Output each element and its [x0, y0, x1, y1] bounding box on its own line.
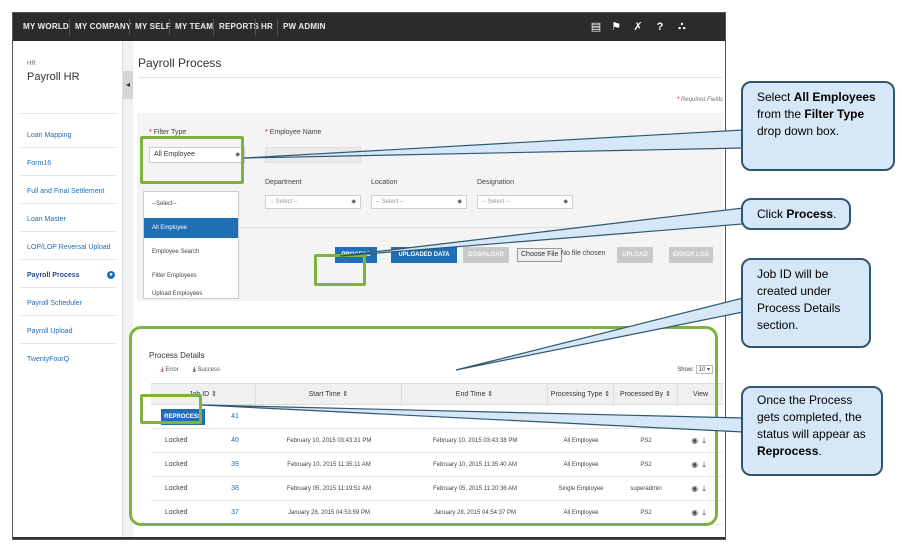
dropdown-option-select[interactable]: --Select--	[144, 194, 238, 214]
nav-divider	[169, 19, 170, 35]
book-icon[interactable]: ▤	[589, 19, 603, 35]
nav-pw-admin[interactable]: PW ADMIN	[283, 13, 326, 41]
nav-my-world[interactable]: MY WORLD	[23, 13, 69, 41]
nav-divider	[255, 19, 256, 35]
employee-name-input[interactable]	[265, 147, 361, 163]
callout-reprocess-status: Once the Process gets completed, the sta…	[741, 386, 883, 476]
sidebar-divider	[21, 259, 117, 260]
help-icon[interactable]: ?	[653, 19, 667, 35]
callout-select-all-employees: Select All Employees from the Filter Typ…	[741, 81, 895, 171]
filter-type-highlight	[140, 136, 244, 184]
sidebar-divider	[21, 147, 117, 148]
sidebar-item-payroll-upload[interactable]: Payroll Upload	[27, 328, 73, 335]
sidebar-item-loan-mapping[interactable]: Loan Mapping	[27, 132, 71, 139]
sidebar-item-payroll-process[interactable]: Payroll Process	[27, 272, 80, 279]
sidebar-item-form16[interactable]: Form16	[27, 160, 51, 167]
sidebar-item-lop-reversal-upload[interactable]: LOP/LOP Reversal Upload	[27, 244, 111, 251]
title-divider	[138, 77, 722, 78]
footer-bar	[13, 537, 725, 539]
dropdown-option-employee-search[interactable]: Employee Search	[144, 242, 238, 262]
dropdown-option-upload-employees[interactable]: Upload Employees	[144, 288, 238, 300]
nav-my-self[interactable]: MY SELF	[135, 13, 171, 41]
sidebar-divider	[21, 231, 117, 232]
sidebar-divider	[21, 175, 117, 176]
nav-my-company[interactable]: MY COMPANY	[75, 13, 131, 41]
flag-icon[interactable]: ⚑	[609, 19, 623, 35]
sidebar-divider	[21, 203, 117, 204]
nav-divider	[213, 19, 214, 35]
collapse-sidebar-button[interactable]: ◂	[123, 71, 133, 99]
nav-divider	[69, 19, 70, 35]
module-title: Payroll HR	[27, 71, 80, 83]
page-title: Payroll Process	[138, 56, 222, 70]
designation-select[interactable]: -- Select -- ◆	[477, 195, 573, 209]
sidebar-item-twentyfourq[interactable]: TwentyFourQ	[27, 356, 69, 363]
sidebar-divider	[21, 343, 117, 344]
filter-type-label: * Filter Type	[149, 129, 187, 136]
nav-reports[interactable]: REPORTS	[219, 13, 259, 41]
dropdown-option-all-employee[interactable]: All Employee	[144, 218, 238, 238]
designation-label: Designation	[477, 179, 514, 186]
top-navigation: MY WORLD MY COMPANY MY SELF MY TEAM REPO…	[13, 13, 725, 41]
callout-job-id-created: Job ID will be created under Process Det…	[741, 258, 871, 348]
choose-file-button[interactable]: Choose File	[517, 248, 563, 262]
required-fields-note: * Required Fields	[676, 97, 723, 103]
upload-button[interactable]: UPLOAD	[617, 247, 653, 263]
process-button-highlight	[314, 254, 366, 286]
nav-my-team[interactable]: MY TEAM	[175, 13, 213, 41]
active-indicator-icon: ●	[107, 271, 115, 279]
employee-name-label: * Employee Name	[265, 129, 322, 136]
callout-click-process: Click Process.	[741, 198, 851, 230]
sidebar-divider	[21, 287, 117, 288]
module-label: HR	[27, 61, 36, 67]
sidebar-item-full-final-settlement[interactable]: Full and Final Settlement	[27, 188, 104, 195]
chevron-down-icon: ◆	[351, 199, 356, 205]
location-label: Location	[371, 179, 398, 186]
sidebar-divider	[21, 315, 117, 316]
process-details-highlight	[129, 326, 718, 526]
network-icon[interactable]: ∴	[675, 19, 689, 35]
error-log-button[interactable]: ERROR LOG	[669, 247, 713, 263]
sidebar: HR Payroll HR Loan Mapping Form16 Full a…	[13, 41, 123, 539]
sidebar-divider	[21, 113, 117, 114]
download-button[interactable]: DOWNLOAD	[463, 247, 509, 263]
sidebar-item-loan-master[interactable]: Loan Master	[27, 216, 66, 223]
sidebar-item-payroll-scheduler[interactable]: Payroll Scheduler	[27, 300, 82, 307]
department-label: Department	[265, 179, 302, 186]
location-select[interactable]: -- Select -- ◆	[371, 195, 467, 209]
filter-type-dropdown: --Select-- All Employee Employee Search …	[143, 191, 239, 299]
no-file-chosen-text: No file chosen	[561, 250, 606, 257]
dropdown-option-filter-employees[interactable]: Filter Employees	[144, 266, 238, 286]
chevron-down-icon: ◆	[457, 199, 462, 205]
reprocess-highlight	[140, 394, 202, 424]
department-select[interactable]: -- Select -- ◆	[265, 195, 361, 209]
chevron-down-icon: ◆	[563, 199, 568, 205]
nav-divider	[129, 19, 130, 35]
nav-hr[interactable]: HR	[261, 13, 273, 41]
uploaded-data-button[interactable]: UPLOADED DATA	[391, 247, 457, 263]
tools-icon[interactable]: ✗	[631, 19, 645, 35]
nav-divider	[277, 19, 278, 35]
